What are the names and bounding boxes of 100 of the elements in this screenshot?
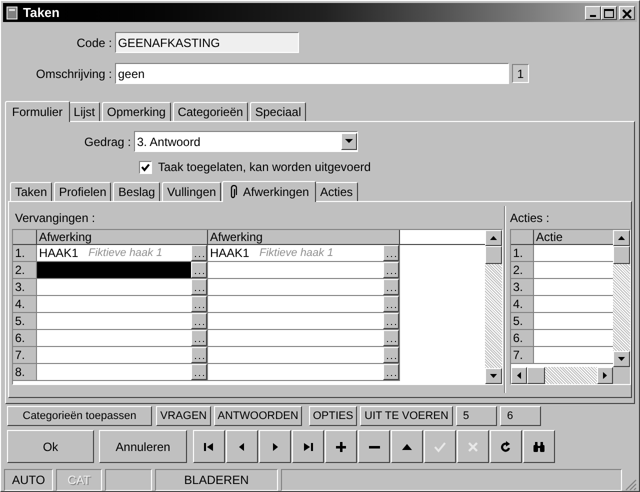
tab[interactable]: Afwerkingen: [222, 181, 316, 202]
row-number: 6.: [511, 330, 534, 347]
scroll-down-icon: [618, 357, 625, 361]
row-number: 2.: [13, 262, 37, 279]
dropdown-arrow-icon: [345, 139, 353, 144]
row-number: 5.: [511, 313, 534, 330]
ellipsis-button[interactable]: [191, 262, 207, 278]
category-button[interactable]: Categorieën toepassen: [7, 406, 152, 426]
tab[interactable]: Formulier: [5, 101, 70, 122]
category-button[interactable]: VRAGEN: [156, 406, 211, 426]
cross-icon: [467, 440, 479, 452]
ellipsis-button[interactable]: [383, 279, 399, 295]
table-cell[interactable]: [37, 262, 191, 278]
close-button[interactable]: [619, 6, 635, 20]
toolbar-button[interactable]: [391, 430, 423, 463]
scrollbar-corner: [613, 367, 630, 384]
window-title: Taken: [23, 4, 61, 22]
toolbar-button[interactable]: [358, 430, 390, 463]
toolbar-button[interactable]: [226, 430, 258, 463]
category-button[interactable]: 6: [500, 406, 541, 426]
maximize-button[interactable]: [601, 6, 617, 20]
close-icon: [620, 6, 634, 18]
checkmark-icon: [434, 440, 446, 452]
scroll-down-icon: [490, 374, 497, 378]
category-button[interactable]: ANTWOORDEN: [214, 406, 302, 426]
tab[interactable]: Opmerking: [102, 102, 171, 121]
toolbar-button[interactable]: [259, 430, 291, 463]
column-header: Afwerking: [208, 230, 400, 244]
toolbar-button[interactable]: [523, 430, 555, 463]
row-number: 7.: [13, 347, 37, 364]
cell-code: HAAK1: [210, 245, 250, 261]
checkbox[interactable]: [139, 160, 152, 174]
counter-badge: 1: [512, 64, 529, 83]
last-record-icon: [302, 440, 314, 452]
description-field[interactable]: geen: [115, 63, 509, 84]
scroll-thumb[interactable]: [613, 246, 630, 264]
row-number: 5.: [13, 313, 37, 330]
resize-grip-icon: [625, 479, 637, 491]
vertical-scrollbar[interactable]: [485, 230, 502, 384]
ellipsis-button[interactable]: [191, 245, 207, 261]
tab[interactable]: Acties: [315, 182, 358, 201]
tab[interactable]: Vullingen: [162, 182, 222, 201]
cell-code: HAAK1: [39, 245, 78, 261]
ok-button[interactable]: Ok: [7, 430, 94, 463]
ellipsis-button[interactable]: [383, 313, 399, 329]
binoculars-icon: [533, 440, 545, 452]
category-button[interactable]: UIT TE VOEREN: [360, 406, 453, 426]
field-label: Code :: [76, 34, 113, 52]
ellipsis-button[interactable]: [383, 296, 399, 312]
row-number: 1.: [13, 245, 37, 262]
app-icon: [5, 6, 19, 20]
row-number: 3.: [511, 279, 534, 296]
toolbar-button[interactable]: [490, 430, 522, 463]
cell-description: Fiktieve haak 1: [259, 246, 334, 261]
ellipsis-button[interactable]: [383, 347, 399, 363]
tab[interactable]: Beslag: [113, 182, 160, 201]
ellipsis-button[interactable]: [191, 364, 207, 380]
ellipsis-button[interactable]: [191, 330, 207, 346]
tab[interactable]: Taken: [10, 182, 52, 201]
ellipsis-button[interactable]: [383, 364, 399, 380]
scroll-up-icon: [490, 236, 497, 240]
first-record-icon: [203, 440, 215, 452]
status-panel: AUTO: [4, 469, 53, 491]
code-field[interactable]: GEENAFKASTING: [115, 32, 299, 53]
checkbox-label: Taak toegelaten, kan worden uitgevoerd: [158, 159, 371, 176]
scroll-thumb[interactable]: [485, 246, 502, 264]
ellipsis-button[interactable]: [191, 279, 207, 295]
minimize-button[interactable]: [585, 6, 601, 20]
category-button[interactable]: 5: [456, 406, 497, 426]
behavior-dropdown[interactable]: 3. Antwoord: [134, 131, 358, 152]
scroll-thumb[interactable]: [527, 367, 545, 384]
tab[interactable]: Lijst: [68, 102, 100, 121]
ellipsis-button[interactable]: [383, 245, 399, 261]
status-panel: [105, 469, 152, 491]
toolbar-button[interactable]: [292, 430, 324, 463]
status-panel: CAT: [56, 469, 102, 491]
category-button[interactable]: OPTIES: [309, 406, 357, 426]
group-title: Acties :: [510, 211, 550, 225]
field-label: Omschrijving :: [34, 66, 113, 82]
tab[interactable]: Speciaal: [250, 102, 306, 121]
row-number: 2.: [511, 262, 534, 279]
toolbar-button[interactable]: [193, 430, 225, 463]
ellipsis-button[interactable]: [191, 313, 207, 329]
cell-description: Fiktieve haak 1: [88, 246, 162, 261]
horizontal-scrollbar[interactable]: [511, 367, 630, 384]
paperclip-icon: [229, 185, 238, 199]
ellipsis-button[interactable]: [191, 296, 207, 312]
row-number: 1.: [511, 245, 534, 262]
toolbar-button[interactable]: [325, 430, 357, 463]
tab[interactable]: Profielen: [54, 182, 112, 201]
row-number: 3.: [13, 279, 37, 296]
tab[interactable]: Categorieën: [172, 102, 248, 121]
ellipsis-button[interactable]: [383, 330, 399, 346]
row-number: 7.: [511, 347, 534, 364]
ellipsis-button[interactable]: [191, 347, 207, 363]
field-label: Gedrag :: [83, 134, 132, 150]
ellipsis-button[interactable]: [383, 262, 399, 278]
vertical-scrollbar[interactable]: [613, 230, 630, 367]
cancel-button[interactable]: Annuleren: [99, 430, 187, 463]
scroll-up-icon: [618, 236, 625, 240]
